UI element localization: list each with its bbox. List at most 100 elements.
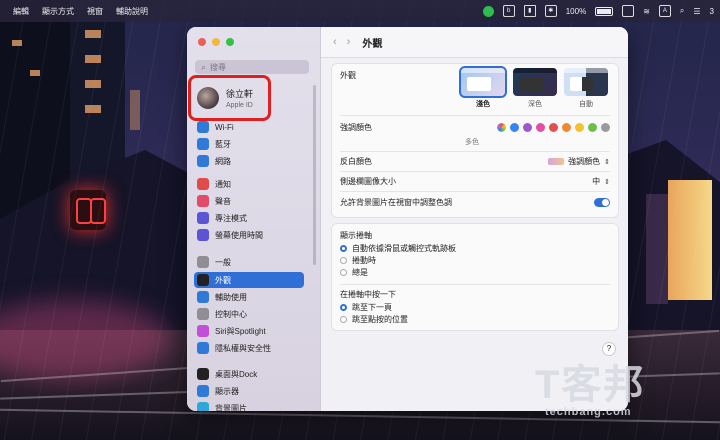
window-controls <box>198 38 234 46</box>
click-scrollbar-option[interactable]: 跳至下一頁 <box>340 302 610 313</box>
menu-extra-2-icon[interactable]: ▮ <box>523 5 536 17</box>
sidebar-item-control-center[interactable]: 控制中心 <box>194 306 304 322</box>
highlight-color-popup[interactable]: 強調顏色 ⇕ <box>548 156 610 167</box>
wallpaper-tint-label: 允許背景圖片在視窗中調整色調 <box>340 198 452 207</box>
menu-extra-3-icon[interactable]: ✱ <box>544 5 557 17</box>
sidebar-item-bell[interactable]: 通知 <box>194 176 304 192</box>
control-center-icon <box>197 308 209 320</box>
globe-icon <box>197 155 209 167</box>
sidebar-item-dock[interactable]: 桌面與Dock <box>194 366 304 382</box>
sidebar-item-label: 輔助使用 <box>215 292 247 302</box>
menu-help[interactable]: 輔助說明 <box>116 6 148 17</box>
sidebar-item-label: 網路 <box>215 156 231 166</box>
page-title: 外觀 <box>362 38 383 50</box>
radio-button[interactable] <box>340 269 347 276</box>
radio-button[interactable] <box>340 257 347 264</box>
dark-mode-thumbnail[interactable] <box>513 68 557 96</box>
accessibility-icon <box>197 291 209 303</box>
battery-icon[interactable] <box>595 6 614 16</box>
control-center-status-icon[interactable]: ☰ <box>693 7 700 16</box>
wifi-status-icon[interactable]: ≋ <box>643 7 650 16</box>
light-mode-thumbnail[interactable] <box>459 66 507 98</box>
appearance-panel: 外觀 淺色 深色 自動 強調顏色 多色 反白顏色 強調顏色 ⇕ 側邊欄圖像大小 … <box>331 63 619 218</box>
sidebar-item-moon[interactable]: 專注模式 <box>194 210 304 226</box>
forward-chevron-icon[interactable]: › <box>347 36 351 48</box>
sidebar-item-label: 隱私權與安全性 <box>215 343 271 353</box>
accent-color-swatch[interactable] <box>510 123 519 132</box>
dark-mode-caption: 深色 <box>528 101 542 108</box>
search-status-icon[interactable]: ⌕ <box>680 6 684 16</box>
accent-color-swatch[interactable] <box>523 123 532 132</box>
search-field[interactable]: ⌕ 搜尋 <box>195 60 309 74</box>
menu-view[interactable]: 顯示方式 <box>42 6 74 17</box>
radio-button[interactable] <box>340 245 347 252</box>
sidebar-item-wallpaper[interactable]: 背景圖片 <box>194 400 304 411</box>
highlight-color-label: 反白顏色 <box>340 157 372 166</box>
wallpaper-icon <box>197 402 209 411</box>
accent-color-swatch[interactable] <box>575 123 584 132</box>
radio-button[interactable] <box>340 304 347 311</box>
sidebar-item-accessibility[interactable]: 輔助使用 <box>194 289 304 305</box>
sidebar-item-label: 專注模式 <box>215 213 247 223</box>
sidebar-icon-size-popup[interactable]: 中 ⇕ <box>592 176 610 187</box>
sidebar-item-speaker[interactable]: 聲音 <box>194 193 304 209</box>
show-scrollbars-option[interactable]: 自動依據滑鼠或觸控式軌跡板 <box>340 243 610 254</box>
menu-edit[interactable]: 編輯 <box>13 6 29 17</box>
accent-color-swatch[interactable] <box>536 123 545 132</box>
hand-icon <box>197 342 209 354</box>
auto-mode-thumbnail[interactable] <box>564 68 608 96</box>
sidebar-item-bluetooth[interactable]: 藍牙 <box>194 136 304 152</box>
dock-icon <box>197 368 209 380</box>
highlight-color-row: 反白顏色 強調顏色 ⇕ <box>340 156 610 167</box>
sidebar-item-globe[interactable]: 網路 <box>194 153 304 169</box>
show-scrollbars-option[interactable]: 捲動時 <box>340 255 610 266</box>
minimize-button[interactable] <box>212 38 220 46</box>
display-icon <box>197 385 209 397</box>
accent-color-swatch[interactable] <box>549 123 558 132</box>
watermark-logo: T客邦 <box>535 363 646 407</box>
accent-color-swatch[interactable] <box>601 123 610 132</box>
highlight-annotation-box <box>188 75 271 121</box>
click-scrollbar-option[interactable]: 跳至點按的位置 <box>340 314 610 325</box>
techbang-watermark: T客邦 techbang.com <box>535 352 645 418</box>
menu-extra-icon[interactable]: b <box>502 5 515 17</box>
sidebar-item-label: Siri與Spotlight <box>215 326 266 336</box>
highlight-swatch <box>548 158 565 165</box>
accent-color-swatch[interactable] <box>588 123 597 132</box>
appearance-label: 外觀 <box>340 71 356 80</box>
accent-color-row: 強調顏色 <box>340 122 610 133</box>
zoom-button[interactable] <box>226 38 234 46</box>
screen-mirroring-icon[interactable] <box>622 5 635 17</box>
sidebar-item-hourglass[interactable]: 螢幕使用時間 <box>194 227 304 243</box>
auto-mode-caption: 自動 <box>579 101 593 108</box>
sidebar-item-siri[interactable]: Siri與Spotlight <box>194 323 304 339</box>
menu-window[interactable]: 視窗 <box>87 6 103 17</box>
sidebar-item-label: Wi-Fi <box>215 122 234 132</box>
sidebar-item-label: 外觀 <box>215 275 231 285</box>
sidebar-item-display[interactable]: 顯示器 <box>194 383 304 399</box>
accent-color-swatch[interactable] <box>562 123 571 132</box>
sidebar-scrollbar[interactable] <box>313 85 316 265</box>
keyboard-icon[interactable]: A <box>658 5 671 17</box>
sidebar-item-label: 通知 <box>215 179 231 189</box>
radio-button[interactable] <box>340 316 347 323</box>
gear-icon <box>197 256 209 268</box>
accent-color-swatch[interactable] <box>496 122 507 133</box>
scrollbar-panel: 顯示捲軸 自動依據滑鼠或觸控式軌跡板 捲動時 總是 在捲軸中按一下 跳至下一頁 跳至點… <box>331 223 619 331</box>
wallpaper-tint-toggle[interactable] <box>594 198 610 207</box>
sidebar-item-gear[interactable]: 一般 <box>194 254 304 270</box>
sidebar-item-label: 控制中心 <box>215 309 247 319</box>
search-icon: ⌕ <box>201 61 207 72</box>
facetime-status-icon[interactable] <box>482 5 494 17</box>
back-chevron-icon[interactable]: ‹ <box>333 36 337 48</box>
show-scrollbars-option[interactable]: 總是 <box>340 267 610 278</box>
click-scrollbar-label: 在捲軸中按一下 <box>340 290 396 299</box>
sidebar-item-appearance[interactable]: 外觀 <box>194 272 304 288</box>
watermark-url: techbang.com <box>545 406 632 418</box>
close-button[interactable] <box>198 38 206 46</box>
sidebar-item-wifi[interactable]: Wi-Fi <box>194 119 304 135</box>
sidebar-item-hand[interactable]: 隱私權與安全性 <box>194 340 304 356</box>
click-scrollbar-option-label: 跳至下一頁 <box>352 303 392 312</box>
accent-color-label: 強調顏色 <box>340 123 372 132</box>
clock[interactable]: 3 <box>710 7 714 16</box>
